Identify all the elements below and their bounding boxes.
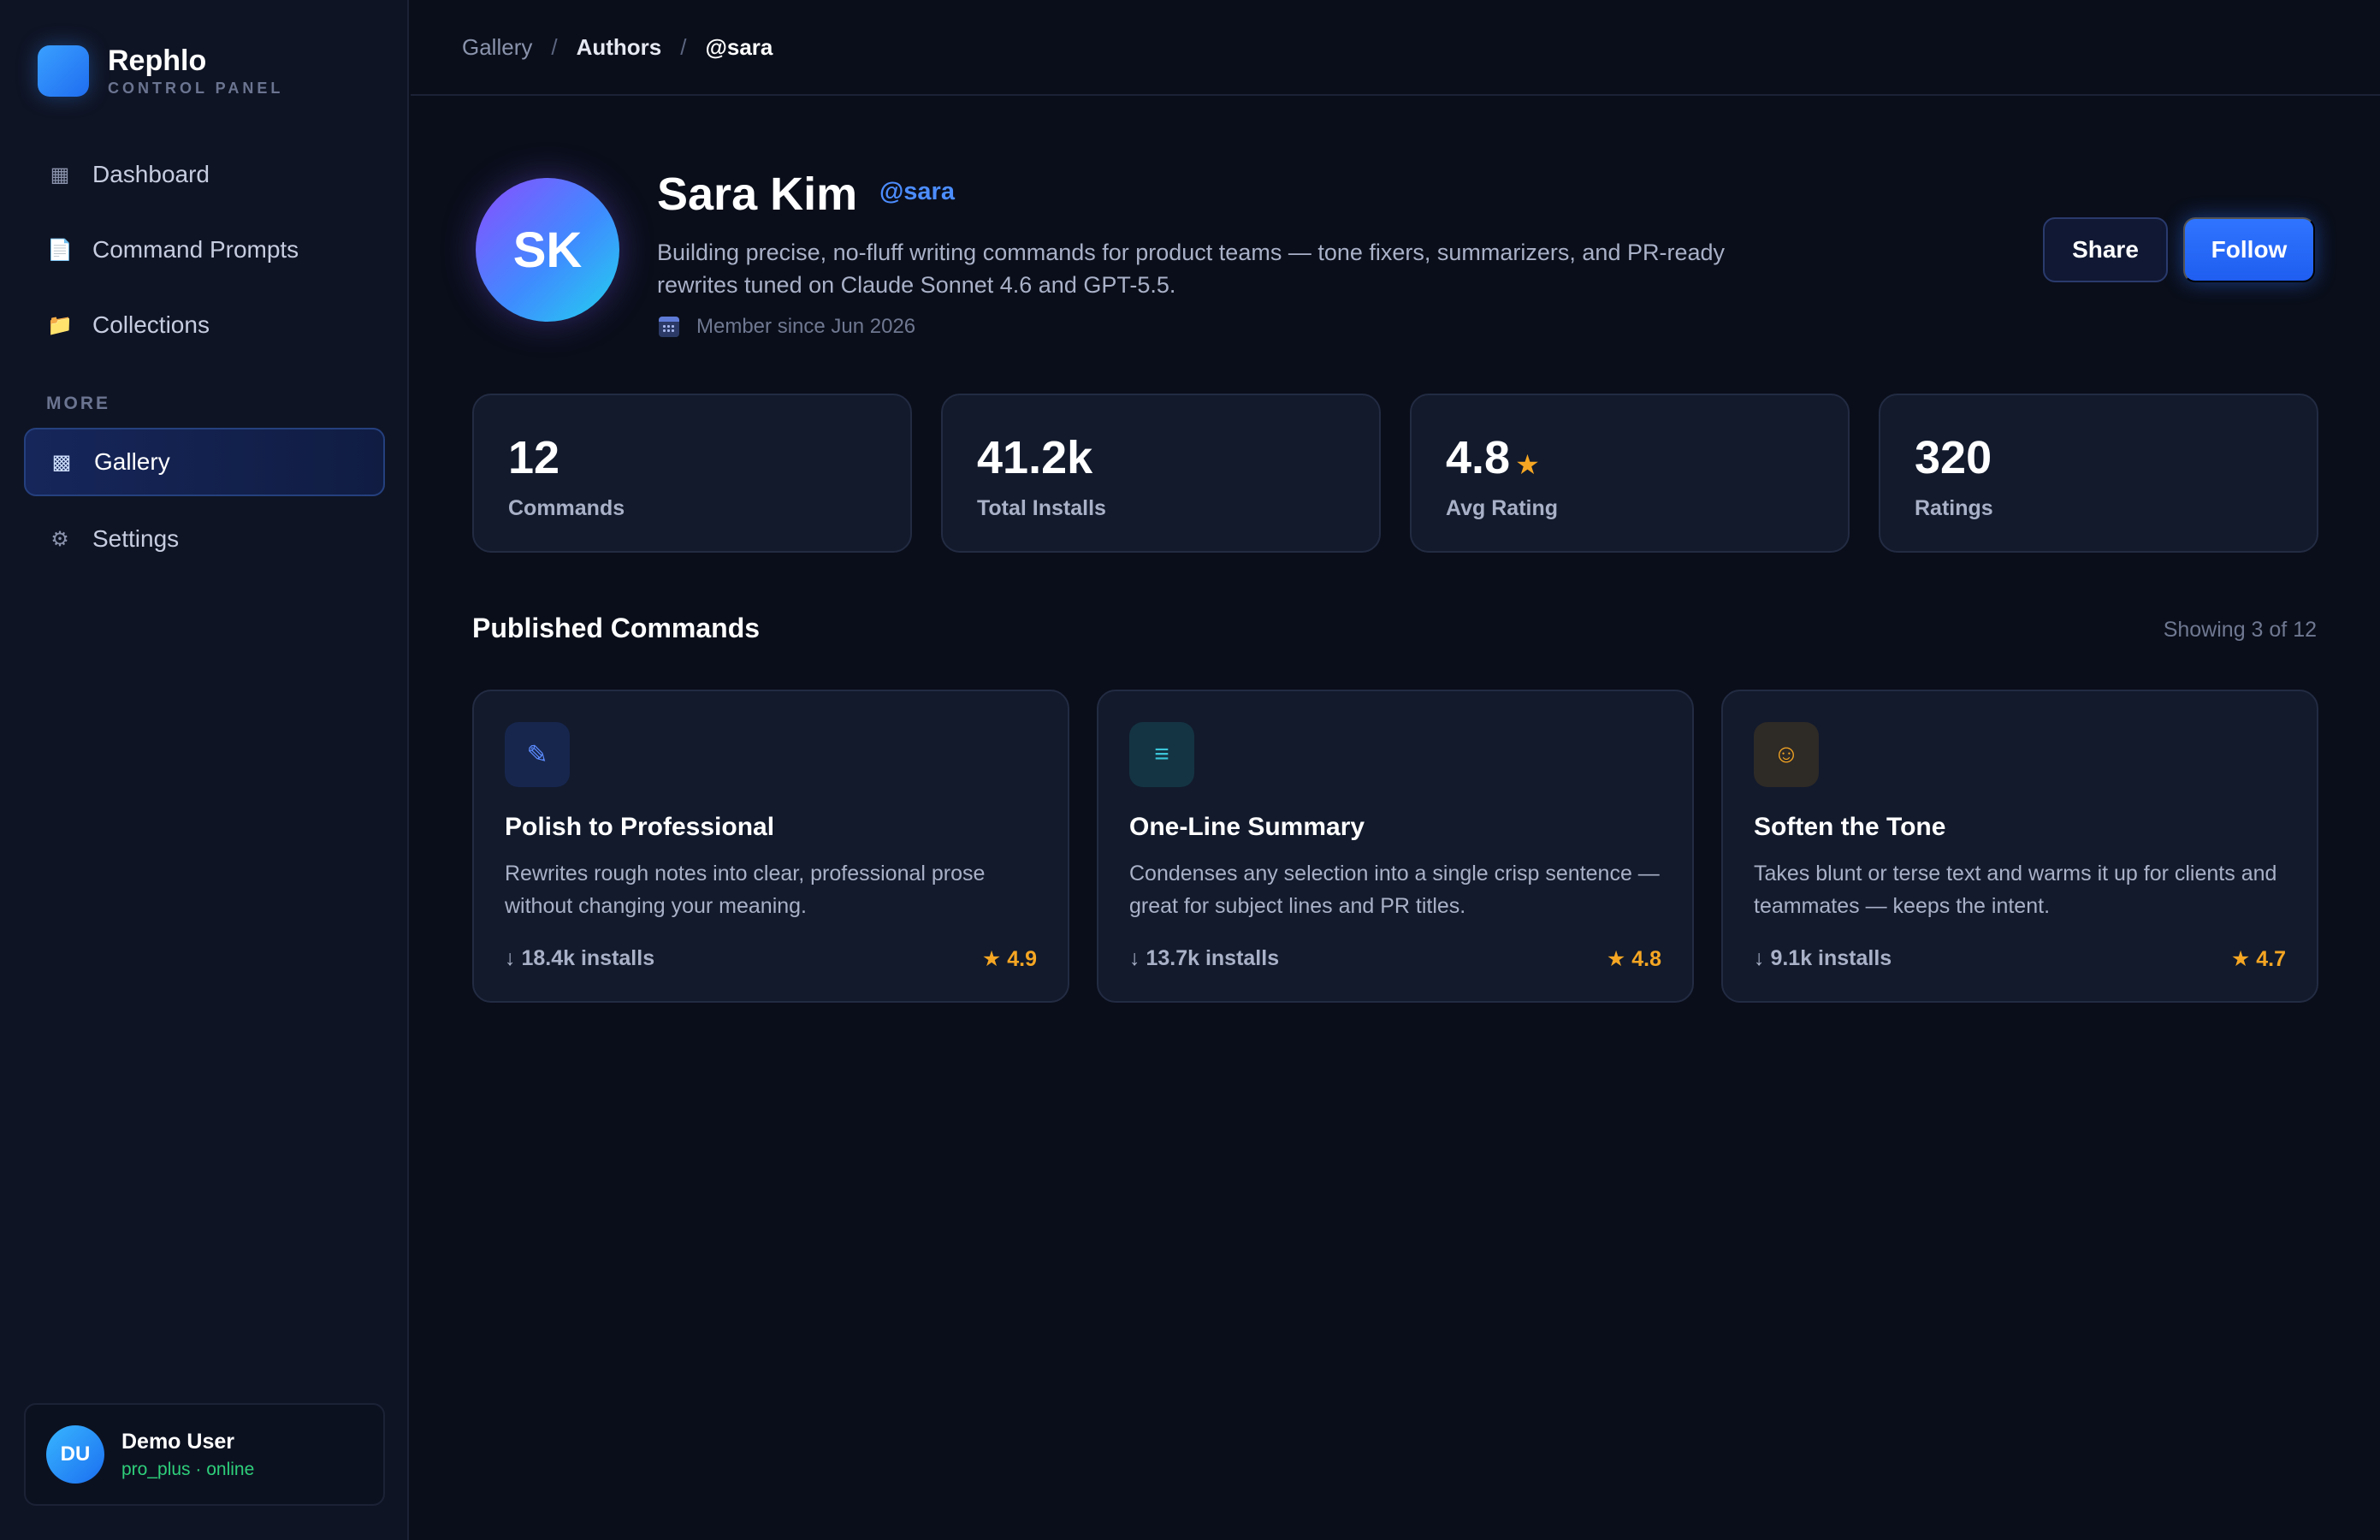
card-description: Condenses any selection into a single cr… xyxy=(1129,862,1660,918)
star-icon: ★ xyxy=(1515,449,1540,480)
sidebar-item-label: Gallery xyxy=(94,448,170,475)
page-title: Sara Kim xyxy=(657,169,858,220)
brand-name: Rephlo xyxy=(108,44,207,77)
command-card-soften[interactable]: ☺ Soften the Tone Takes blunt or terse t… xyxy=(1721,690,2318,1003)
stat-value: 12 xyxy=(508,431,559,484)
card-title: Soften the Tone xyxy=(1754,813,1946,841)
brand-subtitle: CONTROL PANEL xyxy=(108,80,284,97)
card-description: Takes blunt or terse text and warms it u… xyxy=(1754,862,2277,918)
avatar: DU xyxy=(46,1425,104,1484)
user-card[interactable]: DU Demo User pro_plus · online xyxy=(24,1403,385,1506)
topbar: Gallery / Authors / @sara xyxy=(411,0,2380,96)
pencil-icon: ✎ xyxy=(505,722,570,787)
card-installs: ↓ 18.4k installs xyxy=(505,946,655,970)
command-card-summary[interactable]: ≡ One-Line Summary Condenses any selecti… xyxy=(1097,690,1694,1003)
stat-value: 4.8 ★ xyxy=(1446,431,1540,484)
document-icon: 📄 xyxy=(47,238,73,262)
stat-card-avg-rating: 4.8 ★ Avg Rating xyxy=(1410,394,1850,553)
stat-card-installs: 41.2k Total Installs xyxy=(941,394,1381,553)
brand-logo xyxy=(38,45,89,97)
sidebar-item-dashboard[interactable]: ▦ Dashboard xyxy=(24,140,385,209)
stat-label: Total Installs xyxy=(977,496,1106,520)
breadcrumb-current: @sara xyxy=(705,34,773,60)
breadcrumb-gallery[interactable]: Gallery xyxy=(462,34,532,61)
sidebar-item-gallery[interactable]: ▩ Gallery xyxy=(24,428,385,496)
gallery-icon: ▩ xyxy=(51,450,72,474)
sidebar: Rephlo CONTROL PANEL ▦ Dashboard 📄 Comma… xyxy=(0,0,409,1540)
grid-icon: ▦ xyxy=(50,163,70,187)
sidebar-item-collections[interactable]: 📁 Collections xyxy=(24,291,385,359)
stat-value: 320 xyxy=(1915,431,1992,484)
card-installs: ↓ 13.7k installs xyxy=(1129,946,1280,970)
user-info: Demo User pro_plus · online xyxy=(121,1430,254,1480)
smile-icon: ☺ xyxy=(1754,722,1819,787)
sidebar-item-label: Settings xyxy=(92,525,180,552)
sidebar-item-settings[interactable]: ⚙ Settings xyxy=(24,505,385,573)
card-rating: ★ 4.7 xyxy=(2230,947,2286,971)
stat-number: 320 xyxy=(1915,432,1992,483)
author-bio: Building precise, no-fluff writing comma… xyxy=(657,240,1725,298)
sidebar-item-label: Collections xyxy=(92,311,210,338)
share-button[interactable]: Share xyxy=(2043,217,2168,282)
calendar-icon xyxy=(659,317,679,337)
sidebar-item-command-prompts[interactable]: 📄 Command Prompts xyxy=(24,216,385,284)
card-installs: ↓ 9.1k installs xyxy=(1754,946,1892,970)
member-since: Member since Jun 2026 xyxy=(659,315,915,339)
stat-number: 41.2k xyxy=(977,432,1093,483)
user-status: pro_plus · online xyxy=(121,1459,255,1479)
author-avatar: SK xyxy=(476,178,619,322)
stat-number: 4.8 xyxy=(1446,432,1511,483)
stat-label: Commands xyxy=(508,496,625,520)
sidebar-item-label: Command Prompts xyxy=(92,236,299,263)
breadcrumb: Gallery / Authors / @sara xyxy=(462,34,773,61)
stat-label: Avg Rating xyxy=(1446,496,1559,520)
stat-value: 41.2k xyxy=(977,431,1092,484)
sidebar-item-label: Dashboard xyxy=(92,161,210,187)
card-description: Rewrites rough notes into clear, profess… xyxy=(505,862,986,918)
author-handle: @sara xyxy=(879,178,955,205)
brand-text: Rephlo CONTROL PANEL xyxy=(108,44,283,98)
stat-label: Ratings xyxy=(1915,496,1993,520)
member-since-text: Member since Jun 2026 xyxy=(696,315,916,338)
sidebar-section-label: MORE xyxy=(46,394,110,413)
lines-icon: ≡ xyxy=(1129,722,1194,787)
breadcrumb-separator: / xyxy=(551,34,558,60)
card-title: Polish to Professional xyxy=(505,813,775,841)
section-title: Published Commands xyxy=(472,613,761,643)
card-rating: ★ 4.9 xyxy=(981,947,1037,971)
command-card-polish[interactable]: ✎ Polish to Professional Rewrites rough … xyxy=(472,690,1069,1003)
follow-button[interactable]: Follow xyxy=(2183,217,2315,282)
folder-icon: 📁 xyxy=(47,313,73,337)
card-rating: ★ 4.8 xyxy=(1606,947,1661,971)
results-count: Showing 3 of 12 xyxy=(2163,618,2317,642)
brand[interactable]: Rephlo CONTROL PANEL xyxy=(38,44,283,98)
stat-card-ratings: 320 Ratings xyxy=(1879,394,2318,553)
stat-number: 12 xyxy=(508,432,560,483)
gear-icon: ⚙ xyxy=(50,527,69,551)
card-title: One-Line Summary xyxy=(1129,813,1365,841)
stat-card-commands: 12 Commands xyxy=(472,394,912,553)
user-name: Demo User xyxy=(121,1429,234,1454)
breadcrumb-authors[interactable]: Authors xyxy=(577,34,662,61)
breadcrumb-separator: / xyxy=(680,34,687,60)
